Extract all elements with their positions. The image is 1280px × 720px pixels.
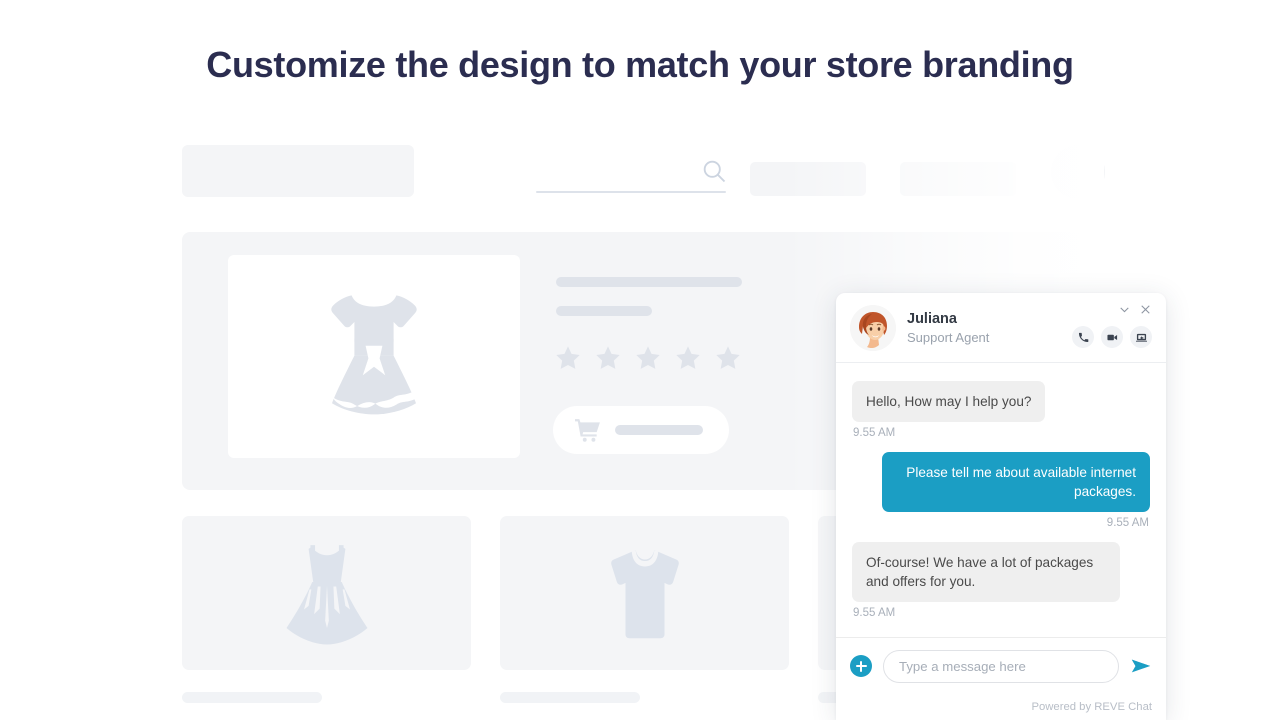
video-call-button[interactable] — [1101, 326, 1123, 348]
rating-stars — [554, 344, 742, 372]
product-card[interactable] — [182, 516, 471, 670]
screen-share-icon — [1135, 333, 1147, 342]
page-root: Customize the design to match your store… — [0, 0, 1280, 720]
dress-icon — [331, 294, 418, 414]
page-title: Customize the design to match your store… — [206, 44, 1074, 85]
chat-header: Juliana Support Agent — [836, 293, 1166, 363]
star-icon — [676, 346, 700, 369]
product-card[interactable] — [500, 516, 789, 670]
account-avatar[interactable] — [1051, 145, 1105, 199]
send-button[interactable] — [1130, 655, 1152, 677]
product-label-bar — [182, 692, 322, 703]
voice-call-button[interactable] — [1072, 326, 1094, 348]
send-icon — [1131, 659, 1151, 673]
logo-placeholder — [182, 145, 414, 197]
screen-share-button[interactable] — [1130, 326, 1152, 348]
gown-icon — [286, 545, 367, 645]
chat-footer: Powered by REVE Chat — [1031, 701, 1152, 713]
nav-item-placeholder-2[interactable] — [900, 162, 1016, 196]
avatar — [850, 304, 896, 351]
star-icon — [596, 346, 620, 369]
shopping-cart-icon — [575, 419, 600, 442]
window-controls — [1118, 303, 1152, 316]
message-timestamp: 9.55 AM — [1106, 517, 1149, 529]
phone-icon — [1078, 332, 1088, 342]
message-bubble-agent: Hello, How may I help you? — [852, 381, 1046, 422]
message-row: Please tell me about available internet … — [852, 452, 1150, 512]
chat-message-list: Hello, How may I help you? 9.55 AM Pleas… — [836, 363, 1166, 637]
video-camera-icon — [1106, 334, 1117, 340]
search-input[interactable] — [536, 157, 728, 197]
agent-role: Support Agent — [907, 329, 990, 345]
chat-composer — [836, 637, 1166, 694]
message-row: Of-course! We have a lot of packages and… — [852, 542, 1150, 602]
chevron-down-icon[interactable] — [1118, 303, 1131, 316]
message-timestamp: 9.55 AM — [853, 427, 896, 439]
tshirt-icon — [610, 550, 679, 639]
mockup-topbar — [182, 145, 1105, 201]
message-input[interactable] — [883, 649, 1119, 683]
add-to-cart-label-bar — [615, 425, 703, 435]
agent-info: Juliana Support Agent — [907, 310, 989, 346]
message-bubble-agent: Of-course! We have a lot of packages and… — [852, 542, 1120, 602]
search-underline — [536, 191, 726, 193]
chat-widget: Juliana Support Agent Hello, How may I h… — [836, 293, 1166, 720]
star-icon — [716, 346, 740, 369]
message-row: Hello, How may I help you? — [852, 381, 1150, 422]
hero-subtitle-bar — [556, 306, 652, 316]
star-icon — [636, 346, 660, 369]
add-to-cart-button[interactable] — [553, 406, 729, 454]
hero-title-bar — [556, 277, 742, 287]
hero-product-image-card — [228, 255, 520, 458]
message-timestamp: 9.55 AM — [853, 607, 896, 619]
attachment-add-button[interactable] — [850, 655, 872, 677]
header-action-buttons — [1072, 326, 1152, 348]
message-bubble-user: Please tell me about available internet … — [882, 452, 1150, 512]
agent-avatar-icon — [850, 304, 896, 351]
agent-name: Juliana — [907, 310, 957, 327]
star-icon — [556, 346, 580, 369]
product-label-bar — [500, 692, 640, 703]
nav-item-placeholder-1[interactable] — [750, 162, 866, 196]
close-icon[interactable] — [1139, 303, 1152, 316]
search-icon — [700, 157, 728, 185]
